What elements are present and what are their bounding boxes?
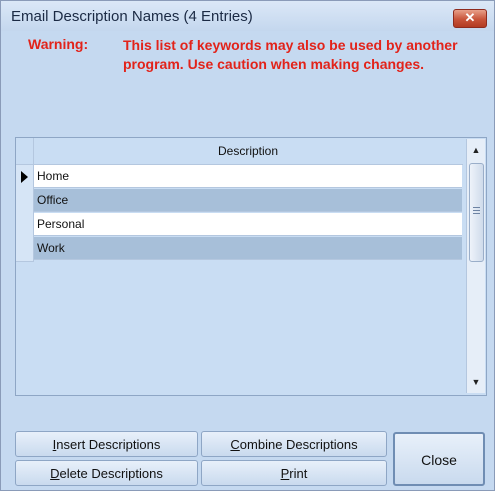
vertical-scrollbar[interactable]: ▲ ▼ [466, 139, 485, 393]
table-row[interactable]: Personal [16, 213, 463, 238]
title-bar: Email Description Names (4 Entries) ✕ [1, 1, 494, 31]
delete-descriptions-button[interactable]: Delete Descriptions [15, 460, 198, 486]
description-cell[interactable]: Work [34, 237, 462, 260]
row-indicator[interactable] [16, 189, 34, 214]
window-title: Email Description Names (4 Entries) [11, 8, 253, 25]
description-grid[interactable]: Description Home Office Personal Work ▲ … [15, 137, 487, 396]
scroll-down-icon[interactable]: ▼ [467, 371, 485, 393]
thumb-grip [473, 210, 480, 211]
grid-header: Description [16, 138, 463, 165]
scroll-thumb[interactable] [469, 163, 484, 262]
thumb-grip [473, 213, 480, 214]
button-label: elete Descriptions [59, 466, 163, 481]
insert-descriptions-button[interactable]: Insert Descriptions [15, 431, 198, 457]
print-button[interactable]: Print [201, 460, 387, 486]
close-button[interactable]: Close [393, 432, 485, 486]
current-row-arrow-icon [21, 171, 28, 183]
row-selector-header [16, 138, 34, 164]
button-label: ombine Descriptions [239, 437, 358, 452]
accelerator-key: P [280, 466, 290, 481]
description-cell[interactable]: Personal [34, 213, 462, 236]
table-row[interactable]: Work [16, 237, 463, 262]
row-indicator[interactable] [16, 165, 34, 190]
description-cell[interactable]: Home [34, 165, 462, 188]
scroll-up-icon[interactable]: ▲ [467, 139, 485, 161]
accelerator-key: C [230, 437, 240, 452]
button-label: rint [289, 466, 308, 481]
row-indicator[interactable] [16, 213, 34, 238]
button-label: nsert Descriptions [56, 437, 161, 452]
warning-label: Warning: [28, 36, 89, 52]
table-row[interactable]: Home [16, 165, 463, 190]
accelerator-key: D [50, 466, 60, 481]
row-indicator[interactable] [16, 237, 34, 262]
close-icon[interactable]: ✕ [453, 9, 487, 28]
combine-descriptions-button[interactable]: Combine Descriptions [201, 431, 387, 457]
table-row[interactable]: Office [16, 189, 463, 214]
column-header-description[interactable]: Description [33, 138, 463, 164]
description-cell[interactable]: Office [34, 189, 462, 212]
warning-text: This list of keywords may also be used b… [123, 37, 458, 72]
thumb-grip [473, 207, 480, 208]
dialog-window: Email Description Names (4 Entries) ✕ Wa… [0, 0, 495, 491]
